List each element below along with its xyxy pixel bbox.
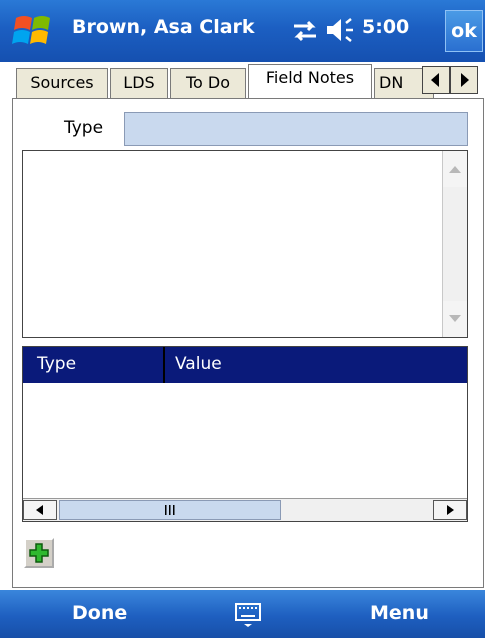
tab-scroll-left-button[interactable]	[422, 66, 450, 94]
tab-field-notes[interactable]: Field Notes	[248, 64, 372, 98]
keyboard-icon[interactable]	[228, 598, 268, 628]
scroll-up-button[interactable]	[443, 151, 467, 187]
arrow-left-icon	[36, 505, 43, 515]
ok-button[interactable]: ok	[445, 10, 483, 52]
arrow-down-icon	[449, 315, 461, 322]
scroll-left-button[interactable]	[23, 500, 57, 520]
title-bar: Brown, Asa Clark 5:00 ok	[0, 0, 485, 62]
notes-vertical-scrollbar[interactable]	[442, 151, 467, 337]
tab-scroll-right-button[interactable]	[450, 66, 478, 94]
add-button[interactable]	[24, 538, 54, 568]
list-header: Type Value	[23, 347, 467, 383]
notes-textarea[interactable]	[22, 150, 468, 338]
volume-icon[interactable]	[325, 16, 359, 44]
clock[interactable]: 5:00	[362, 16, 409, 38]
done-softkey[interactable]: Done	[72, 602, 127, 624]
windows-start-icon[interactable]	[12, 10, 56, 52]
type-field[interactable]	[124, 112, 468, 146]
grip-icon	[165, 505, 175, 515]
menu-softkey[interactable]: Menu	[370, 602, 429, 624]
arrow-right-icon	[461, 73, 469, 87]
tab-scroll-buttons	[420, 66, 480, 94]
tab-sources[interactable]: Sources	[16, 68, 108, 98]
tab-strip: Sources LDS To Do Field Notes DN	[12, 64, 484, 98]
column-header-type[interactable]: Type	[37, 354, 76, 374]
column-header-value[interactable]: Value	[175, 354, 222, 374]
scroll-right-button[interactable]	[433, 500, 467, 520]
type-label: Type	[64, 118, 104, 138]
scroll-down-button[interactable]	[443, 301, 467, 337]
scroll-thumb[interactable]	[59, 500, 281, 520]
tab-lds[interactable]: LDS	[110, 68, 168, 98]
arrow-up-icon	[449, 166, 461, 173]
connectivity-icon[interactable]	[290, 18, 320, 44]
column-divider[interactable]	[163, 347, 165, 383]
arrow-right-icon	[447, 505, 454, 515]
plus-icon	[29, 543, 49, 563]
list-horizontal-scrollbar[interactable]	[23, 498, 467, 521]
arrow-left-icon	[431, 73, 439, 87]
tab-to-do[interactable]: To Do	[170, 68, 246, 98]
window-title: Brown, Asa Clark	[72, 16, 255, 38]
menu-bar: Done Menu	[0, 590, 485, 638]
